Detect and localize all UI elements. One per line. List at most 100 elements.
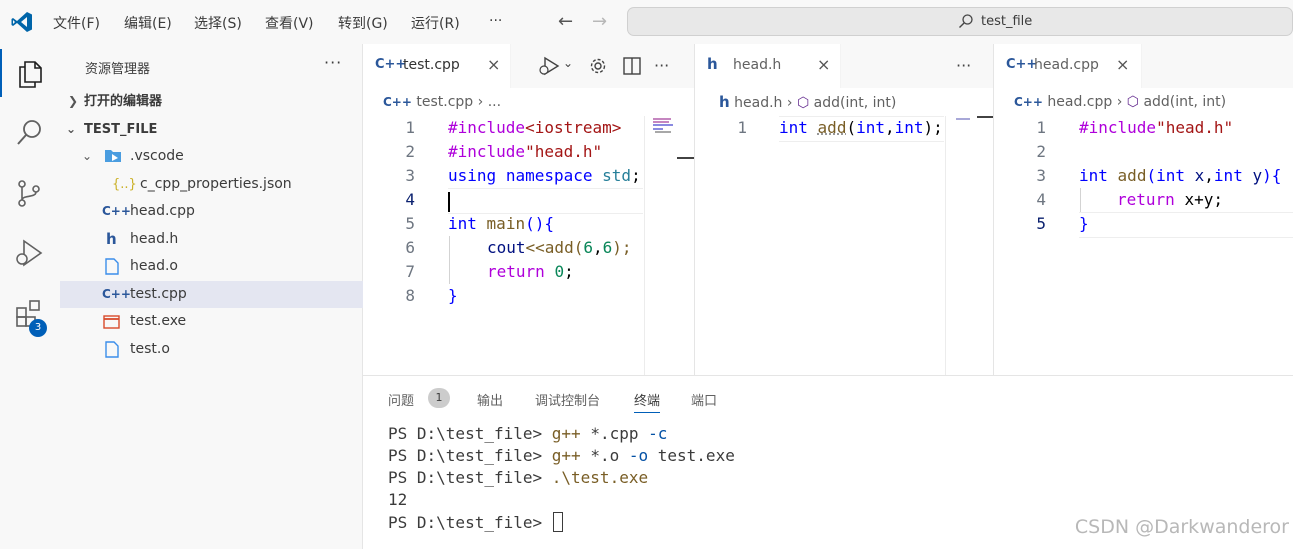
code-line: }	[1079, 214, 1089, 233]
tab-ports[interactable]: 端口	[691, 390, 717, 409]
tab-problems[interactable]: 问题	[388, 390, 414, 409]
more-actions-icon[interactable]: ···	[324, 53, 342, 72]
chevron-down-icon[interactable]: ⌄	[563, 56, 573, 70]
line-number: 2	[405, 142, 415, 161]
source-control-icon	[18, 180, 40, 207]
chevron-down-icon: ⌄	[82, 149, 93, 163]
breadcrumb-file[interactable]: head.cpp	[1047, 94, 1112, 110]
breadcrumb-more[interactable]: ...	[488, 94, 501, 110]
breadcrumb-separator: ›	[1116, 94, 1123, 110]
code-line: #include<iostream>	[448, 118, 622, 137]
tab-label: head.cpp	[1034, 57, 1099, 73]
tree-item-test-o[interactable]: test.o	[60, 336, 363, 363]
terminal-line: PS D:\test_file> g++ *.cpp -c	[388, 424, 668, 443]
menu-more-icon[interactable]: ···	[489, 13, 502, 29]
more-actions-icon[interactable]: ···	[956, 56, 971, 75]
terminal-line: PS D:\test_file> .\test.exe	[388, 468, 649, 487]
editor-group-1: C++ test.cpp × ⌄ ··· C++ test.cpp › ... …	[363, 44, 694, 375]
title-bar: 文件(F) 编辑(E) 选择(S) 查看(V) 转到(G) 运行(R) ··· …	[0, 0, 1293, 44]
arrow-left-icon[interactable]: ←	[558, 11, 573, 32]
run-debug-icon[interactable]	[539, 56, 561, 76]
chevron-right-icon: ❯	[68, 94, 79, 108]
gear-icon[interactable]	[589, 57, 607, 75]
minimap[interactable]	[644, 116, 694, 375]
tab-terminal[interactable]: 终端	[634, 390, 661, 413]
search-icon	[17, 120, 41, 145]
more-actions-icon[interactable]: ···	[654, 56, 669, 75]
code-line: int add(int x,int y){	[1079, 166, 1282, 185]
breadcrumb-file[interactable]: head.h	[734, 95, 782, 111]
tree-item-head-cpp[interactable]: C++ head.cpp	[60, 198, 363, 225]
activity-explorer[interactable]	[0, 49, 60, 97]
split-editor-icon[interactable]	[623, 57, 641, 75]
method-icon: ⬡	[1126, 94, 1139, 110]
tab-test-cpp[interactable]: C++ test.cpp ×	[363, 44, 511, 88]
breadcrumb-symbol[interactable]: add(int, int)	[814, 95, 897, 111]
activity-extensions[interactable]: 3	[0, 288, 60, 337]
cpp-icon: C++	[383, 95, 412, 109]
close-icon[interactable]: ×	[817, 55, 830, 74]
tree-item-json[interactable]: {..} c_cpp_properties.json	[60, 171, 363, 198]
command-center-search[interactable]: test_file	[627, 7, 1293, 36]
close-icon[interactable]: ×	[487, 55, 500, 74]
code-line: cout<<add(6,6);	[487, 238, 632, 257]
code-line: #include"head.h"	[1079, 118, 1234, 137]
current-line-highlight	[448, 188, 643, 214]
code-line: using namespace std;	[448, 166, 641, 185]
tab-head-h[interactable]: h head.h ×	[695, 44, 841, 88]
terminal-input[interactable]: PS D:\test_file>	[388, 512, 563, 532]
line-number: 5	[1036, 214, 1046, 233]
activity-search[interactable]	[0, 108, 60, 156]
tree-item-head-o[interactable]: head.o	[60, 253, 363, 280]
menu-go[interactable]: 转到(G)	[338, 13, 388, 33]
tree-item-test-cpp[interactable]: C++ test.cpp	[60, 281, 363, 308]
problems-badge: 1	[428, 388, 450, 408]
tree-item-head-h[interactable]: h head.h	[60, 226, 363, 253]
line-number: 4	[1036, 190, 1046, 209]
menu-edit[interactable]: 编辑(E)	[124, 13, 172, 33]
activity-bar: 3	[0, 44, 60, 549]
line-number: 4	[405, 190, 415, 209]
tab-debug-console[interactable]: 调试控制台	[535, 390, 600, 409]
code-line: }	[448, 286, 458, 305]
files-icon	[19, 61, 42, 88]
tab-output[interactable]: 输出	[477, 390, 503, 409]
open-editors-section[interactable]: ❯ 打开的编辑器	[60, 88, 363, 115]
editor-group-3: C++ head.cpp × C++ head.cpp › ⬡ add(int,…	[993, 44, 1293, 375]
header-icon: h	[106, 230, 117, 248]
tree-item-vscode[interactable]: ⌄ .vscode	[60, 143, 363, 170]
line-number: 1	[737, 118, 747, 137]
tab-head-cpp[interactable]: C++ head.cpp ×	[994, 44, 1142, 88]
activity-source-control[interactable]	[0, 168, 60, 216]
folder-section[interactable]: ⌄ TEST_FILE	[60, 116, 363, 143]
line-number: 1	[405, 118, 415, 137]
breadcrumb-symbol[interactable]: add(int, int)	[1143, 94, 1226, 110]
minimap[interactable]	[945, 116, 994, 375]
tab-label: head.h	[733, 57, 782, 73]
folder-icon	[105, 150, 121, 162]
code-line: return 0;	[487, 262, 574, 281]
vscode-logo-icon	[11, 12, 32, 32]
menu-view[interactable]: 查看(V)	[265, 13, 314, 33]
arrow-right-icon[interactable]: →	[592, 11, 607, 32]
breadcrumb: C++ test.cpp › ...	[383, 88, 501, 116]
menu-run[interactable]: 运行(R)	[411, 13, 460, 33]
line-number: 1	[1036, 118, 1046, 137]
activity-run-debug[interactable]	[0, 228, 60, 276]
current-line-highlight	[1079, 212, 1293, 238]
line-number: 6	[405, 238, 415, 257]
close-icon[interactable]: ×	[1116, 55, 1129, 74]
tree-item-label: head.h	[130, 231, 179, 247]
tree-item-label: test.o	[130, 341, 170, 357]
breadcrumb-file[interactable]: test.cpp	[416, 94, 473, 110]
tree-item-label: c_cpp_properties.json	[140, 176, 292, 192]
menu-file[interactable]: 文件(F)	[53, 13, 100, 33]
menu-selection[interactable]: 选择(S)	[194, 13, 242, 33]
cpp-icon: C++	[102, 287, 131, 301]
header-icon: h	[719, 93, 730, 111]
code-line: int main(){	[448, 214, 554, 233]
tree-item-test-exe[interactable]: test.exe	[60, 308, 363, 335]
folder-label: TEST_FILE	[84, 122, 158, 137]
breadcrumb: C++ head.cpp › ⬡ add(int, int)	[1014, 88, 1226, 116]
file-icon	[105, 258, 119, 275]
